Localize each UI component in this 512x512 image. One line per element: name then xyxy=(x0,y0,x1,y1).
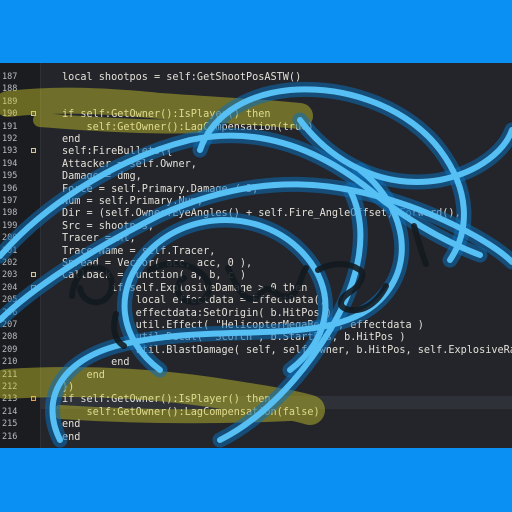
code-line[interactable]: 198 Dir = (self.Owner:EyeAngles() + self.… xyxy=(0,207,512,220)
line-number: 210 xyxy=(2,357,18,368)
line-number: 195 xyxy=(2,171,18,182)
code-text: Num = self.Primary.Num, xyxy=(62,196,204,207)
line-number: 189 xyxy=(2,96,18,107)
code-text: effectdata:SetOrigin( b.HitPos ) xyxy=(62,307,332,319)
code-line[interactable]: 205 local effectdata = EffectData() xyxy=(0,294,512,307)
code-text: Damage = dmg, xyxy=(62,171,142,183)
line-number: 207 xyxy=(2,320,18,330)
code-line[interactable]: 211 end xyxy=(0,369,512,382)
code-text: Attacker = self.Owner, xyxy=(62,158,197,170)
code-line[interactable]: 194 Attacker = self.Owner, xyxy=(0,158,512,171)
code-text: util.BlastDamage( self, self.Owner, b.Hi… xyxy=(135,344,512,356)
code-line[interactable]: 192 end xyxy=(0,133,512,146)
code-text: end xyxy=(62,431,81,443)
code-line[interactable]: 193 self:FireBullets({ xyxy=(0,145,512,158)
code-text: end xyxy=(62,369,105,381)
line-number: 206 xyxy=(2,307,18,318)
code-text: Tracer = nt, xyxy=(62,233,136,245)
line-number: 204 xyxy=(2,282,18,293)
line-number: 209 xyxy=(2,344,18,355)
code-text: Spread = Vector( acc, acc, 0 ), xyxy=(62,258,253,269)
line-number: 194 xyxy=(2,158,18,169)
line-number: 196 xyxy=(2,183,18,194)
code-text: if self:GetOwner():IsPlayer() then xyxy=(62,394,271,406)
code-line[interactable]: 199 Src = shootpos, xyxy=(0,220,512,233)
line-number: 205 xyxy=(2,295,18,306)
code-line[interactable]: 204 if self.ExplosiveDamage > 0 then xyxy=(0,282,512,295)
line-number: 197 xyxy=(2,196,18,206)
code-text: end xyxy=(62,419,81,431)
line-number: 203 xyxy=(2,270,18,281)
line-number: 190 xyxy=(2,109,18,120)
code-text: if self:GetOwner():IsPlayer() then xyxy=(62,109,271,121)
code-line[interactable]: 200 Tracer = nt, xyxy=(0,232,512,245)
code-text: Src = shootpos, xyxy=(62,220,155,232)
code-text: Callback = function( a, b, c ) xyxy=(62,270,247,282)
code-line[interactable]: 188 xyxy=(0,83,512,96)
line-number: 208 xyxy=(2,332,18,343)
code-line[interactable]: 197 Num = self.Primary.Num, xyxy=(0,195,512,208)
code-line[interactable]: 209 util.BlastDamage( self, self.Owner, … xyxy=(0,344,512,357)
code-text: end xyxy=(62,134,81,145)
code-line[interactable]: 191 self:GetOwner():LagCompensation(true… xyxy=(0,121,512,134)
code-area[interactable]: 187 local shootpos = self:GetShootPosASTW… xyxy=(0,63,512,448)
square-fold-icon[interactable] xyxy=(31,111,36,117)
code-editor[interactable]: 187 local shootpos = self:GetShootPosASTW… xyxy=(0,63,512,448)
line-number: 193 xyxy=(2,146,18,157)
code-text: }) xyxy=(62,382,75,393)
code-line[interactable]: 195 Damage = dmg, xyxy=(0,170,512,183)
code-text: if self.ExplosiveDamage > 0 then xyxy=(62,282,308,294)
line-number: 214 xyxy=(2,406,18,417)
screenshot-stage: 187 local shootpos = self:GetShootPosASTW… xyxy=(0,0,512,512)
code-line[interactable]: 212}) xyxy=(0,381,512,394)
line-number: 198 xyxy=(2,208,18,219)
code-line[interactable]: 202 Spread = Vector( acc, acc, 0 ), xyxy=(0,257,512,270)
square-modified-icon[interactable] xyxy=(31,396,36,402)
code-text: local shootpos = self:GetShootPosASTW() xyxy=(62,72,302,83)
code-line[interactable]: 210 end xyxy=(0,356,512,369)
code-line[interactable]: 206 effectdata:SetOrigin( b.HitPos ) xyxy=(0,307,512,320)
code-line[interactable]: 214 self:GetOwner():LagCompensation(fals… xyxy=(0,406,512,419)
code-text: end xyxy=(62,357,130,369)
code-text: TracerName = self.Tracer, xyxy=(62,245,216,257)
line-number: 188 xyxy=(2,84,18,95)
square-fold-icon[interactable] xyxy=(31,272,36,278)
line-number: 191 xyxy=(2,121,18,132)
line-number: 202 xyxy=(2,258,18,268)
line-number: 200 xyxy=(2,233,18,244)
square-fold-icon[interactable] xyxy=(31,284,36,290)
line-number: 192 xyxy=(2,134,18,144)
code-line[interactable]: 207 util.Effect( "HelicopterMegaBomb", e… xyxy=(0,319,512,332)
code-line[interactable]: 208 util.Decal( "Scorch", b.StartPos, b.… xyxy=(0,331,512,344)
code-text: self:FireBullets({ xyxy=(62,146,173,158)
code-text: Dir = (self.Owner:EyeAngles() + self.Fir… xyxy=(62,208,461,220)
line-number: 199 xyxy=(2,220,18,231)
code-line[interactable]: 216 end xyxy=(0,431,512,444)
line-number: 216 xyxy=(2,431,18,442)
line-number: 201 xyxy=(2,245,18,256)
line-number: 187 xyxy=(2,72,18,82)
square-fold-icon[interactable] xyxy=(31,148,36,154)
code-line[interactable]: 189 xyxy=(0,96,512,109)
line-number: 212 xyxy=(2,382,18,392)
line-number: 211 xyxy=(2,369,18,380)
code-text: util.Decal( "Scorch", b.StartPos, b.HitP… xyxy=(62,332,406,344)
code-line[interactable]: 190 if self:GetOwner():IsPlayer() then xyxy=(0,108,512,121)
line-number: 215 xyxy=(2,419,18,430)
code-text: self:GetOwner():LagCompensation(true) xyxy=(62,121,314,133)
code-line[interactable]: 213 if self:GetOwner():IsPlayer() then xyxy=(0,393,512,406)
code-text: util.Effect( "HelicopterMegaBomb", effec… xyxy=(62,320,424,331)
code-line[interactable]: 203 Callback = function( a, b, c ) xyxy=(0,269,512,282)
code-line[interactable]: 201 TracerName = self.Tracer, xyxy=(0,245,512,258)
line-number: 213 xyxy=(2,394,18,405)
code-text: local effectdata = EffectData() xyxy=(62,295,326,307)
code-text: self:GetOwner():LagCompensation(false) xyxy=(62,406,320,418)
code-text: Force = self.Primary.Damage / 3, xyxy=(62,183,259,195)
code-line[interactable]: 187 local shootpos = self:GetShootPosASTW… xyxy=(0,71,512,84)
code-line[interactable]: 196 Force = self.Primary.Damage / 3, xyxy=(0,183,512,196)
code-line[interactable]: 215 end xyxy=(0,418,512,431)
